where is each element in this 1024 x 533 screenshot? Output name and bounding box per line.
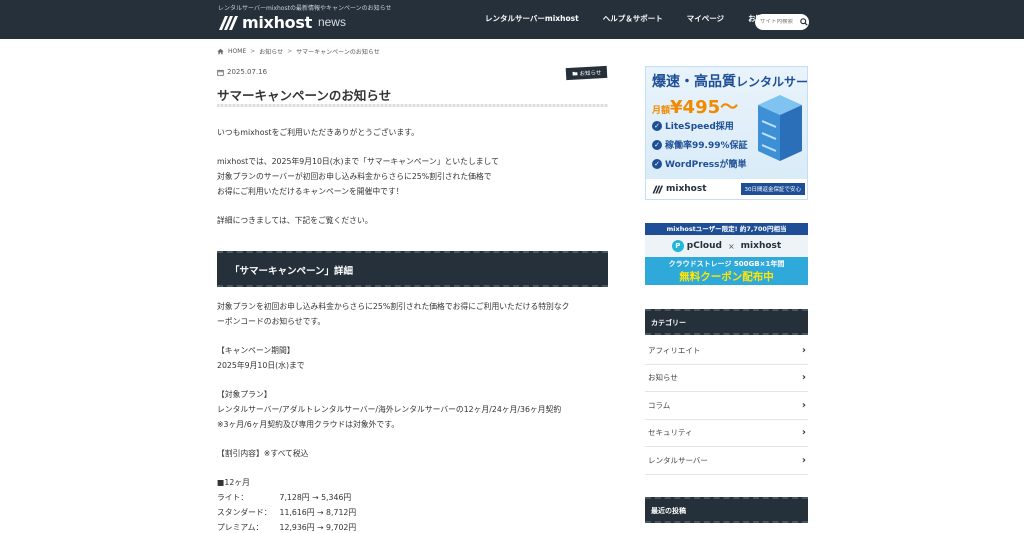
plan-price: 11,616円 → 8,712円 (279, 508, 357, 517)
chevron-right-icon: › (801, 372, 806, 384)
ad-brands: P pCloud × mixhost (645, 235, 808, 257)
site-tagline: レンタルサーバーmixhostの最新情報やキャンペーンのお知らせ (218, 5, 392, 12)
ad-feature: ✓ WordPressが簡単 (652, 157, 748, 170)
pcloud-icon: P (671, 240, 684, 252)
check-icon: ✓ (652, 158, 662, 169)
category-item[interactable]: セキュリティ › (645, 420, 808, 447)
ad-logo: mixhost (651, 184, 707, 194)
chevron-right-icon: › (801, 454, 806, 466)
chevron-right-icon: › (801, 344, 806, 356)
site-logo[interactable]: mixhost news (217, 12, 346, 32)
plan-price: 7,128円 → 5,346円 (279, 493, 352, 502)
plan-price: 12,936円 → 9,702円 (279, 523, 357, 532)
price-row: スタンダード： 11,616円 → 8,712円 (217, 507, 356, 518)
category-tag[interactable]: お知らせ (565, 65, 608, 81)
paragraph: 詳細につきましては、下記をご覧ください。 (217, 216, 373, 225)
site-search (755, 14, 809, 30)
section-heading-text: 「サマーキャンペーン」詳細 (230, 266, 354, 277)
paragraph: ーポンコードのお知らせです。 (217, 317, 326, 326)
calendar-icon (217, 69, 224, 76)
plan-label: スタンダード： (217, 508, 272, 517)
breadcrumb-home[interactable]: HOME (228, 48, 246, 55)
nav-help-support[interactable]: ヘルプ＆サポート (603, 13, 663, 24)
ad-guarantee: 30日間返金保証で安心 (740, 183, 805, 195)
paragraph: mixhostでは、2025年9月10日(水)まで「サマーキャンペーン」といたし… (217, 157, 499, 166)
site-header: レンタルサーバーmixhostの最新情報やキャンペーンのお知らせ mixhost… (0, 0, 1024, 39)
breadcrumb-separator: > (287, 48, 293, 55)
check-icon: ✓ (652, 139, 662, 150)
section-heading: 「サマーキャンペーン」詳細 (217, 251, 608, 287)
plan-label: ライト： (217, 493, 249, 502)
ad-feature: ✓ LiteSpeed採用 (652, 119, 748, 132)
ad-price: 月額¥495〜 (652, 97, 739, 118)
post-date: 2025.07.16 (217, 68, 267, 76)
ad-offer: クラウドストレージ 500GB×1年間 無料クーポン配布中 (645, 257, 808, 285)
check-icon: ✓ (652, 120, 662, 131)
paragraph: ■12ヶ月 (217, 478, 250, 487)
breadcrumb: HOME > お知らせ > サマーキャンペーンのお知らせ (217, 47, 380, 56)
banner-ad-mixhost[interactable]: 爆速・高品質レンタルサーバー 月額¥495〜 ✓ LiteSpeed採用 ✓ 稼… (645, 66, 808, 200)
logo-text: mixhost (242, 12, 312, 32)
folder-icon (572, 71, 578, 76)
mixhost-logo-icon (652, 185, 664, 194)
nav-mypage[interactable]: マイページ (687, 13, 724, 24)
mixhost-logo-icon (219, 16, 238, 30)
chevron-right-icon: › (801, 427, 806, 439)
recent-posts-widget-title: 最近の投稿 (645, 497, 808, 523)
ad-feature: ✓ 稼働率99.99%保証 (652, 138, 748, 151)
search-icon[interactable] (800, 18, 808, 26)
paragraph: 対象プランを初回お申し込み料金からさらに25%割引された価格でお得にご利用いただ… (217, 302, 570, 311)
paragraph: 【キャンペーン期間】 (217, 346, 295, 355)
category-item[interactable]: レンタルサーバー › (645, 447, 808, 475)
breadcrumb-category[interactable]: お知らせ (259, 47, 283, 56)
paragraph: ※3ヶ月/6ヶ月契約及び専用クラウドは対象外です。 (217, 420, 400, 429)
ad-headline: 爆速・高品質レンタルサーバー (652, 74, 808, 90)
search-input[interactable] (760, 19, 800, 25)
paragraph: 【対象プラン】 (217, 390, 272, 399)
category-tag-label: お知らせ (579, 70, 602, 78)
ad-features: ✓ LiteSpeed採用 ✓ 稼働率99.99%保証 ✓ WordPressが… (652, 119, 748, 176)
breadcrumb-separator: > (250, 48, 256, 55)
paragraph: お得にご利用いただけるキャンペーンを開催中です！ (217, 187, 404, 196)
price-row: プレミアム： 12,936円 → 9,702円 (217, 522, 356, 533)
post-date-text: 2025.07.16 (227, 68, 268, 76)
paragraph: いつもmixhostをご利用いただきありがとうございます。 (217, 128, 419, 137)
home-icon (217, 48, 224, 55)
title-divider (217, 104, 608, 107)
chevron-right-icon: › (801, 399, 806, 411)
paragraph: 2025年9月10日(水)まで (217, 361, 305, 370)
ad-top-text: mixhostユーザー限定! 約7,700円相当 (645, 223, 808, 235)
category-item[interactable]: お知らせ › (645, 365, 808, 392)
nav-rental-server[interactable]: レンタルサーバーmixhost (485, 13, 579, 24)
category-item[interactable]: アフィリエイト › (645, 337, 808, 365)
breadcrumb-current: サマーキャンペーンのお知らせ (296, 49, 380, 56)
ad-footer: mixhost 30日間返金保証で安心 (646, 179, 807, 199)
price-row: ライト： 7,128円 → 5,346円 (217, 492, 351, 503)
banner-ad-pcloud[interactable]: mixhostユーザー限定! 約7,700円相当 P pCloud × mixh… (645, 223, 808, 285)
paragraph: レンタルサーバー/アダルトレンタルサーバー/海外レンタルサーバーの12ヶ月/24… (217, 405, 562, 414)
plan-label: プレミアム： (217, 523, 264, 532)
category-list: アフィリエイト › お知らせ › コラム › セキュリティ › レンタルサーバー… (645, 337, 808, 475)
category-widget-title: カテゴリー (645, 309, 808, 335)
category-item[interactable]: コラム › (645, 392, 808, 420)
server-illustration-icon (758, 95, 802, 161)
paragraph: 【割引内容】※すべて税込 (217, 449, 309, 458)
paragraph: 対象プランのサーバーが初回お申し込み料金からさらに25%割引された価格で (217, 172, 492, 181)
logo-news: news (317, 15, 346, 29)
post-title: サマーキャンペーンのお知らせ (217, 88, 392, 103)
